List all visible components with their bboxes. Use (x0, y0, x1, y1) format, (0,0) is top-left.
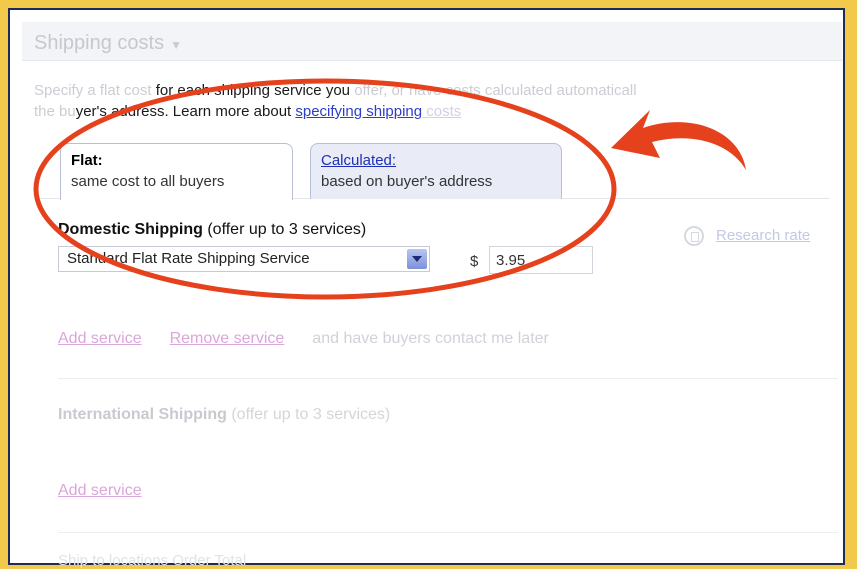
specifying-shipping-costs-link-tail[interactable]: costs (422, 103, 461, 120)
international-shipping-note: (offer up to 3 services) (226, 406, 391, 423)
currency-symbol: $ (470, 253, 479, 270)
add-international-service-link[interactable]: Add service (58, 482, 142, 500)
shipping-costs-header[interactable]: Shipping costs ▼ (22, 22, 842, 61)
cut-off-row-text: Ship to locations Order Total (58, 552, 247, 569)
section-title: Shipping costs ▼ (34, 32, 182, 54)
international-shipping-title: International Shipping (58, 406, 227, 423)
shipping-service-selected-value: Standard Flat Rate Shipping Service (67, 250, 310, 267)
remove-service-link[interactable]: Remove service (170, 330, 285, 347)
intro-faint-start: Specify a flat cost (34, 82, 152, 99)
shipping-service-select[interactable]: Standard Flat Rate Shipping Service (58, 246, 430, 272)
intro-faint-tail: offer, or have costs calculated automati… (354, 82, 637, 99)
specifying-shipping-costs-link[interactable]: specifying shipping (295, 103, 422, 120)
intro-dark-mid: for each shipping service you (151, 82, 355, 99)
contact-later-text: and have buyers contact me later (312, 330, 549, 347)
service-actions-row: Add service Remove service and have buyers… (58, 330, 549, 348)
domestic-shipping-note: (offer up to 3 services) (202, 221, 367, 238)
add-service-link[interactable]: Add service (58, 330, 142, 347)
domestic-shipping-heading: Domestic Shipping (offer up to 3 service… (58, 221, 366, 239)
research-rates-link[interactable]: Research rate (716, 227, 810, 244)
shipping-cost-input[interactable] (489, 246, 593, 274)
international-shipping-heading: International Shipping (offer up to 3 se… (58, 406, 390, 424)
intro-text: Specify a flat cost for each shipping se… (34, 80, 854, 122)
research-rates[interactable]: Research rate (684, 226, 810, 246)
tab-calculated-title[interactable]: Calculated: (321, 150, 551, 171)
domestic-shipping-title: Domestic Shipping (58, 221, 203, 238)
tab-flat-subtitle: same cost to all buyers (71, 173, 225, 190)
intro-line2-start: the bu (34, 103, 76, 120)
calculator-icon (684, 226, 704, 246)
tab-calculated[interactable]: Calculated: based on buyer's address (310, 143, 562, 199)
divider (58, 532, 838, 533)
collapse-triangle-icon[interactable]: ▼ (170, 38, 182, 52)
chevron-down-icon[interactable] (407, 249, 427, 269)
tab-calculated-subtitle: based on buyer's address (321, 173, 493, 190)
tab-flat[interactable]: Flat: same cost to all buyers (60, 143, 293, 200)
divider (58, 378, 838, 379)
tab-flat-title: Flat: (71, 152, 103, 169)
intro-line2-dark: yer's address. Learn more about (75, 103, 296, 120)
